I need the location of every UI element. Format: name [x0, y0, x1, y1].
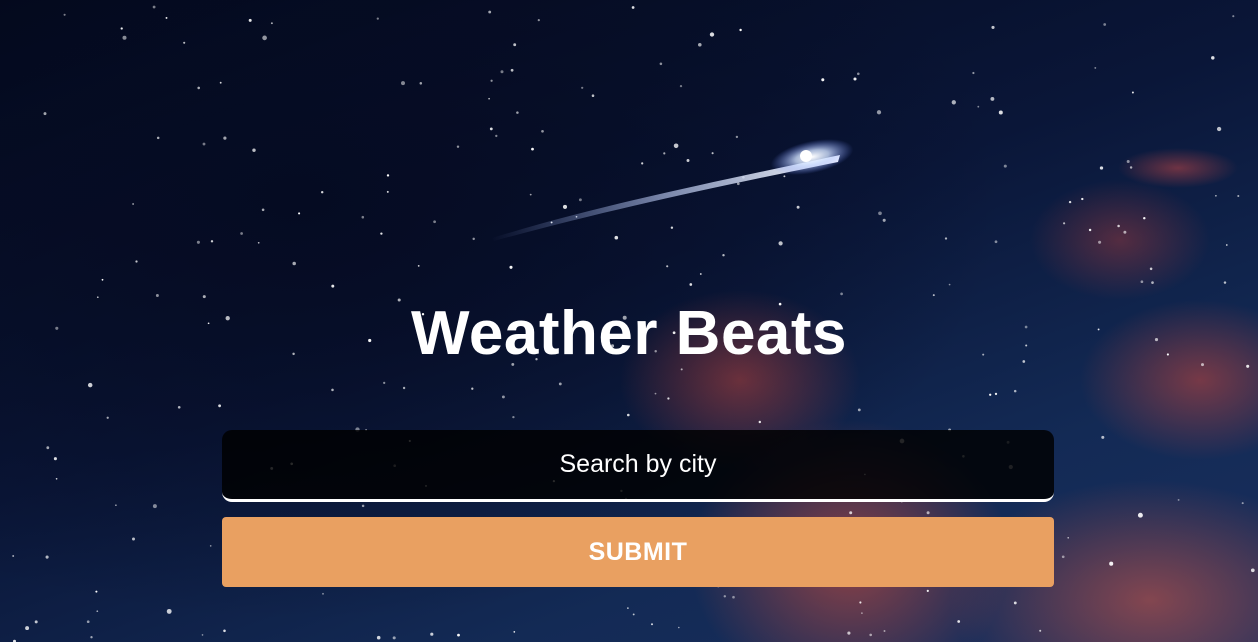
search-input[interactable] — [222, 430, 1054, 502]
page-root: Weather Beats SUBMIT — [0, 0, 1258, 642]
main-content: Weather Beats SUBMIT — [0, 0, 1258, 642]
page-title: Weather Beats — [410, 299, 848, 368]
submit-button[interactable]: SUBMIT — [222, 517, 1054, 587]
